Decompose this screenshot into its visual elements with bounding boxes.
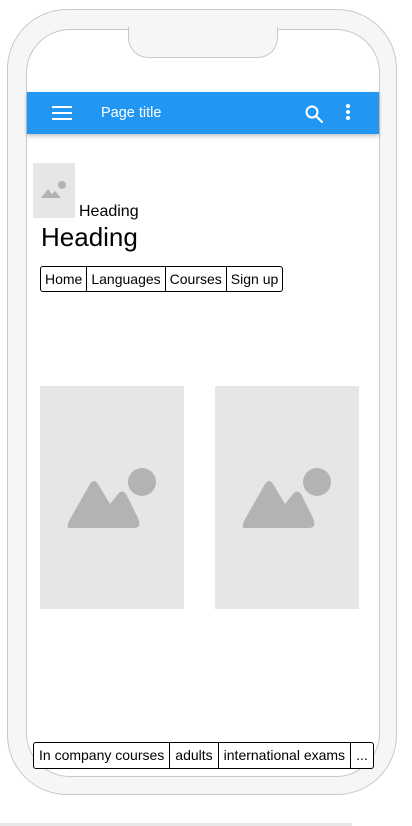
nav-item-courses[interactable]: Courses (164, 267, 226, 291)
nav-item-sign-up[interactable]: Sign up (225, 267, 282, 291)
heading-small: Heading (79, 203, 139, 220)
image-icon (242, 468, 331, 528)
nav-item-languages[interactable]: Languages (86, 267, 164, 291)
bottom-nav-adults[interactable]: adults (169, 743, 217, 768)
bottom-nav-in-company-courses[interactable]: In company courses (34, 743, 169, 768)
search-icon[interactable] (304, 104, 324, 124)
image-icon (67, 468, 156, 528)
bottom-nav-international-exams[interactable]: international exams (217, 743, 350, 768)
phone-notch (128, 27, 278, 58)
page-title: Page title (101, 105, 162, 121)
bottom-nav: In company courses adults international … (33, 742, 374, 769)
image-icon (41, 181, 66, 198)
image-placeholder-right (215, 386, 359, 609)
stage: Page title Heading Heading Home Language… (0, 0, 412, 826)
heading-large: Heading (41, 222, 138, 252)
heading-image-placeholder (33, 163, 75, 218)
bottom-nav-more[interactable]: ... (350, 743, 373, 768)
main-nav: Home Languages Courses Sign up (40, 266, 284, 292)
menu-icon[interactable] (52, 105, 72, 121)
nav-item-home[interactable]: Home (41, 267, 86, 291)
image-placeholder-left (40, 386, 184, 609)
more-vertical-icon[interactable] (343, 103, 353, 123)
app-bar: Page title (27, 92, 379, 134)
